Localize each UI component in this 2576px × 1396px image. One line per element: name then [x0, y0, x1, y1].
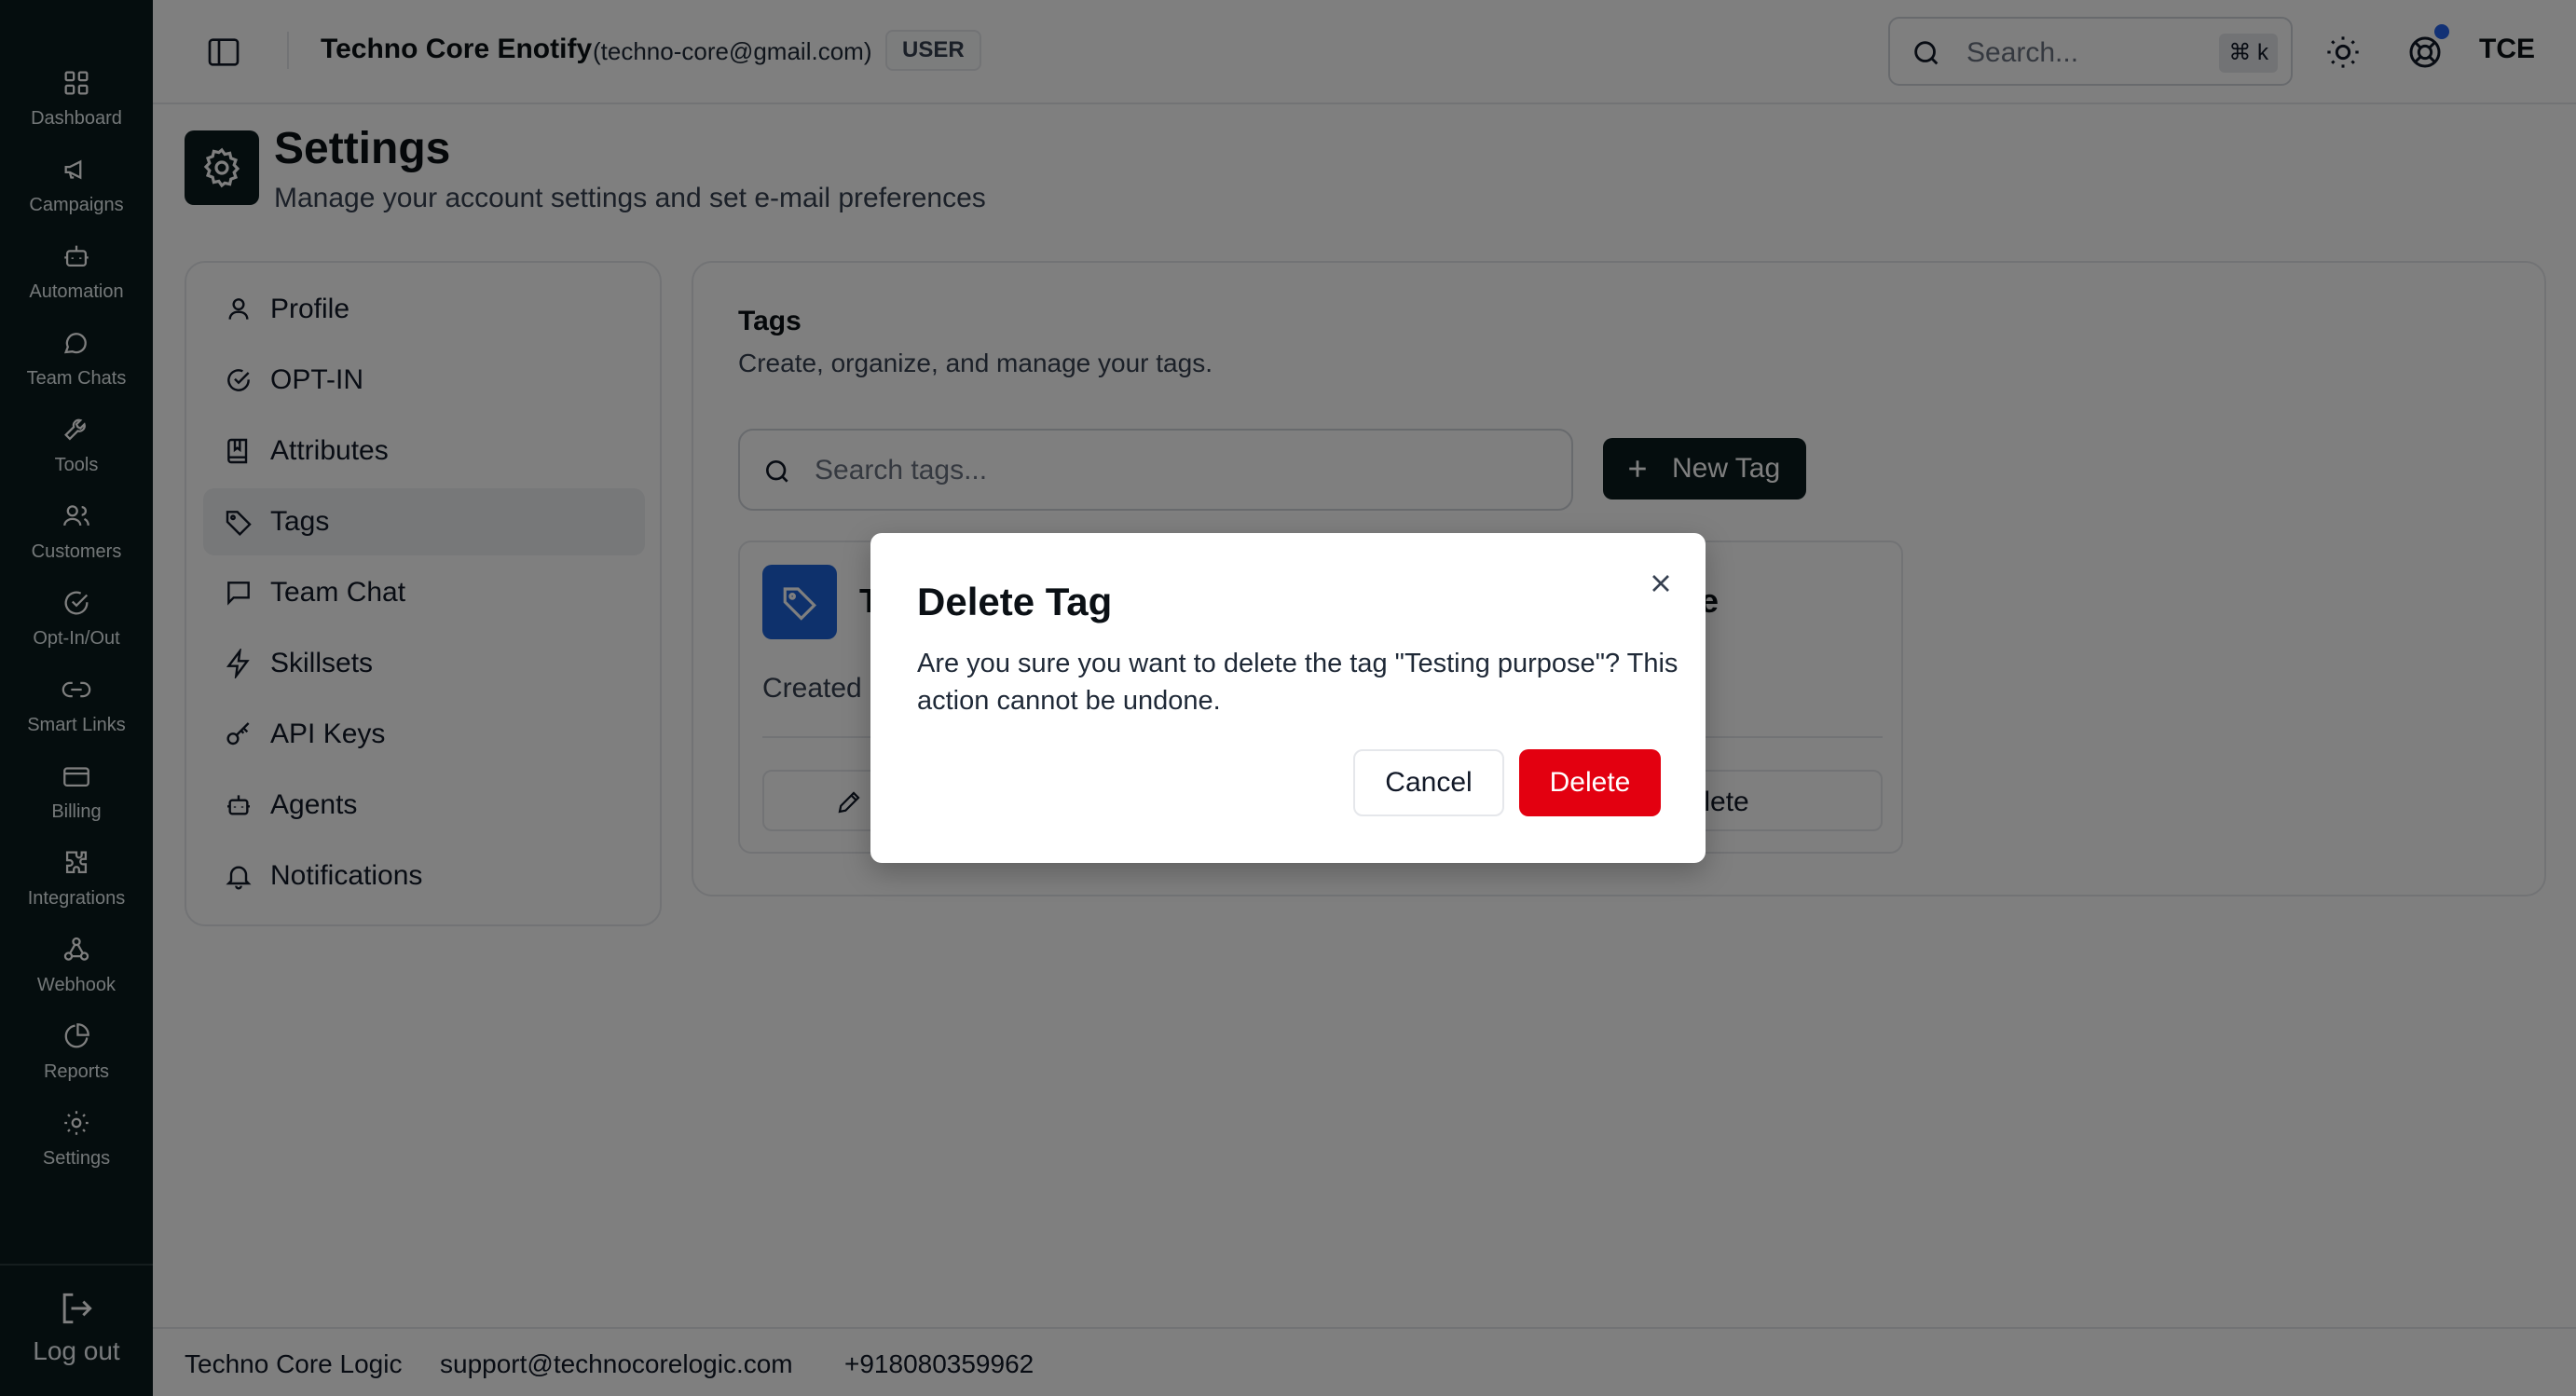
delete-tag-dialog: Delete Tag Are you sure you want to dele…: [870, 533, 1706, 863]
cancel-button[interactable]: Cancel: [1353, 749, 1504, 816]
close-icon[interactable]: [1646, 568, 1676, 598]
confirm-delete-button[interactable]: Delete: [1519, 749, 1661, 816]
dialog-message: Are you sure you want to delete the tag …: [917, 649, 1679, 716]
dialog-title: Delete Tag: [917, 580, 1113, 623]
